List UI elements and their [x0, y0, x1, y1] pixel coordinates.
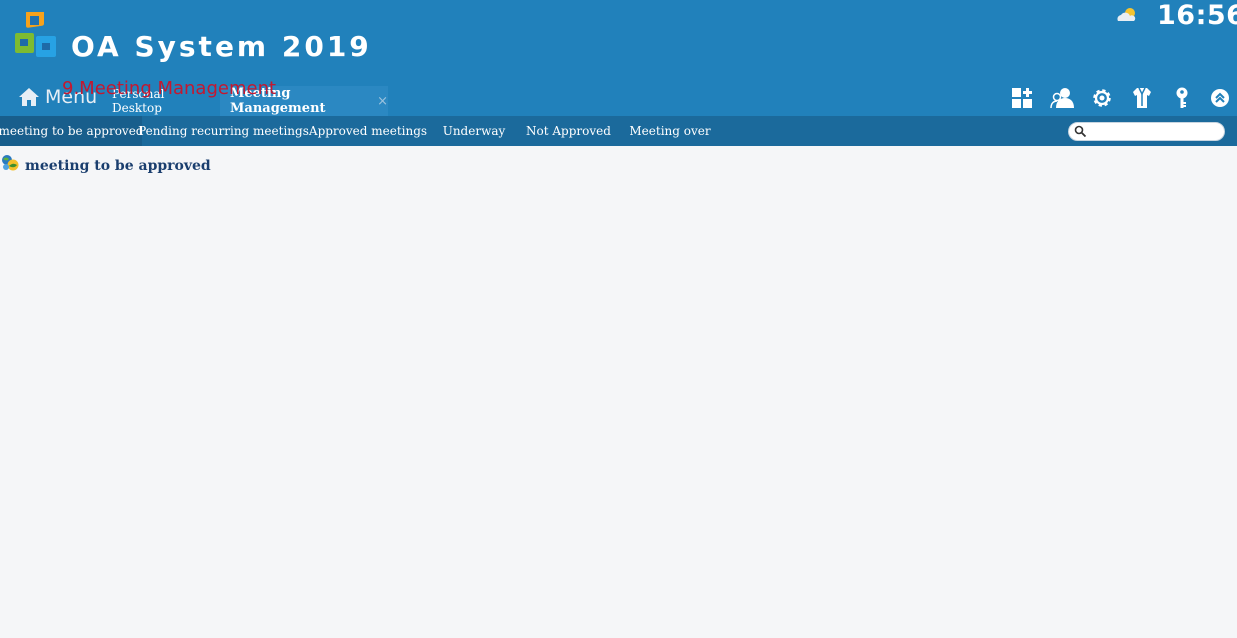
search-icon — [1074, 125, 1087, 138]
app-title: OA System 2019 — [71, 30, 372, 63]
home-icon — [19, 88, 39, 106]
tab-close-icon[interactable]: × — [377, 94, 388, 109]
subnav-item-meeting-to-be-approved[interactable]: meeting to be approved — [0, 116, 143, 146]
subnav-item-pending-recurring-meetings[interactable]: Pending recurring meetings — [138, 116, 309, 146]
settings-gear-icon[interactable] — [1090, 86, 1114, 110]
weather-icon[interactable] — [1115, 6, 1139, 24]
users-icon[interactable] — [1050, 86, 1074, 110]
module-overlay-title: 9.Meeting Management — [62, 78, 277, 99]
meeting-globe-icon — [2, 155, 19, 171]
app-logo-icon — [15, 12, 56, 57]
collapse-up-icon[interactable] — [1208, 86, 1232, 110]
subnav-item-not-approved[interactable]: Not Approved — [518, 116, 619, 146]
header-bar: OA System 2019 16:56 Menu Personal Deskt… — [0, 0, 1237, 116]
subnav-item-approved-meetings[interactable]: Approved meetings — [305, 116, 431, 146]
shirt-skin-icon[interactable] — [1130, 86, 1154, 110]
search-input[interactable] — [1068, 122, 1225, 141]
section-title: meeting to be approved — [25, 158, 211, 174]
add-widget-icon[interactable] — [1010, 86, 1034, 110]
sub-navigation: meeting to be approved Pending recurring… — [0, 116, 1237, 146]
subnav-item-underway[interactable]: Underway — [434, 116, 514, 146]
key-icon[interactable] — [1170, 86, 1194, 110]
subnav-item-meeting-over[interactable]: Meeting over — [624, 116, 716, 146]
clock: 16:56 — [1157, 0, 1237, 31]
